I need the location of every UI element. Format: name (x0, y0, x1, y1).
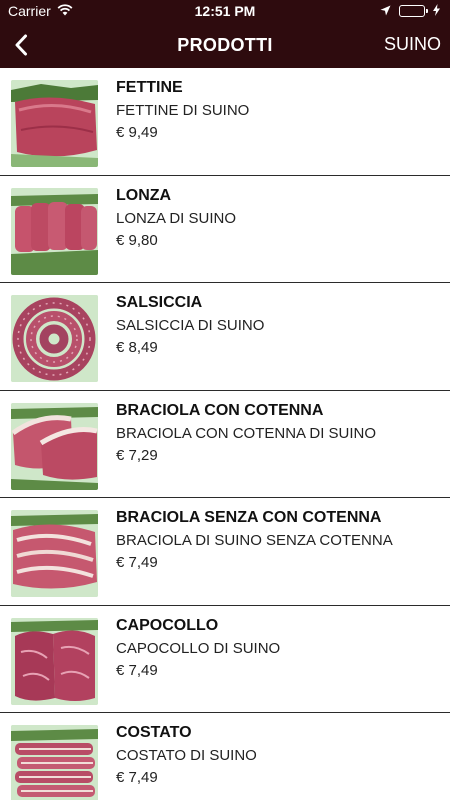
product-name: COSTATO (116, 724, 192, 741)
product-image-braciola-senza-cotenna (11, 510, 98, 597)
product-price: € 7,49 (116, 769, 158, 786)
product-image-braciola-con-cotenna (11, 402, 98, 490)
status-right (380, 3, 440, 19)
product-image-costato (11, 725, 98, 800)
status-bar: Carrier 12:51 PM (0, 0, 450, 22)
product-row-braciola-con-cotenna[interactable]: BRACIOLA CON COTENNA BRACIOLA CON COTENN… (0, 390, 450, 498)
category-button[interactable]: SUINO (384, 34, 441, 55)
product-row-costato[interactable]: COSTATO COSTATO DI SUINO € 7,49 (0, 713, 450, 800)
product-description: LONZA DI SUINO (116, 209, 237, 227)
product-price: € 8,49 (116, 339, 158, 356)
product-description: BRACIOLA CON COTENNA DI SUINO (116, 424, 377, 442)
top-bar: Carrier 12:51 PM PRODOTTI SUINO (0, 0, 450, 68)
product-row-braciola-senza-cotenna[interactable]: BRACIOLA SENZA CON COTENNA BRACIOLA DI S… (0, 498, 450, 606)
product-price: € 9,80 (116, 231, 158, 249)
product-image-lonza (11, 187, 98, 275)
product-description: COSTATO DI SUINO (116, 747, 257, 764)
product-image-fettine (11, 80, 98, 167)
product-row-salsiccia[interactable]: SALSICCIA SALSICCIA DI SUINO € 8,49 (0, 283, 450, 391)
chevron-left-icon (15, 34, 27, 56)
product-row-fettine[interactable]: FETTINE FETTINE DI SUINO € 9,49 (0, 68, 450, 176)
product-name: LONZA (116, 186, 172, 204)
product-price: € 7,49 (116, 661, 158, 679)
navigation-bar: PRODOTTI SUINO (0, 22, 450, 68)
product-description: FETTINE DI SUINO (116, 102, 250, 119)
product-row-lonza[interactable]: LONZA LONZA DI SUINO € 9,80 (0, 175, 450, 283)
product-description: CAPOCOLLO DI SUINO (116, 639, 281, 657)
product-price: € 7,29 (116, 446, 158, 464)
product-price: € 7,49 (116, 554, 158, 571)
product-name: FETTINE (116, 79, 183, 96)
product-image-capocollo (11, 617, 98, 705)
page-title: PRODOTTI (177, 35, 273, 55)
product-description: BRACIOLA DI SUINO SENZA COTENNA (116, 532, 393, 549)
back-button[interactable] (4, 28, 38, 62)
product-image-salsiccia (11, 295, 98, 382)
product-price: € 9,49 (116, 124, 158, 141)
product-name: SALSICCIA (116, 294, 203, 311)
product-name: CAPOCOLLO (116, 616, 219, 634)
product-list: FETTINE FETTINE DI SUINO € 9,49 LONZA LO… (0, 68, 450, 800)
product-name: BRACIOLA SENZA CON COTENNA (116, 509, 382, 526)
product-name: BRACIOLA CON COTENNA (116, 401, 324, 419)
product-row-capocollo[interactable]: CAPOCOLLO CAPOCOLLO DI SUINO € 7,49 (0, 605, 450, 713)
battery-icon (399, 5, 428, 17)
product-description: SALSICCIA DI SUINO (116, 317, 265, 334)
location-arrow-icon (380, 3, 391, 19)
charging-bolt-icon (433, 3, 440, 19)
